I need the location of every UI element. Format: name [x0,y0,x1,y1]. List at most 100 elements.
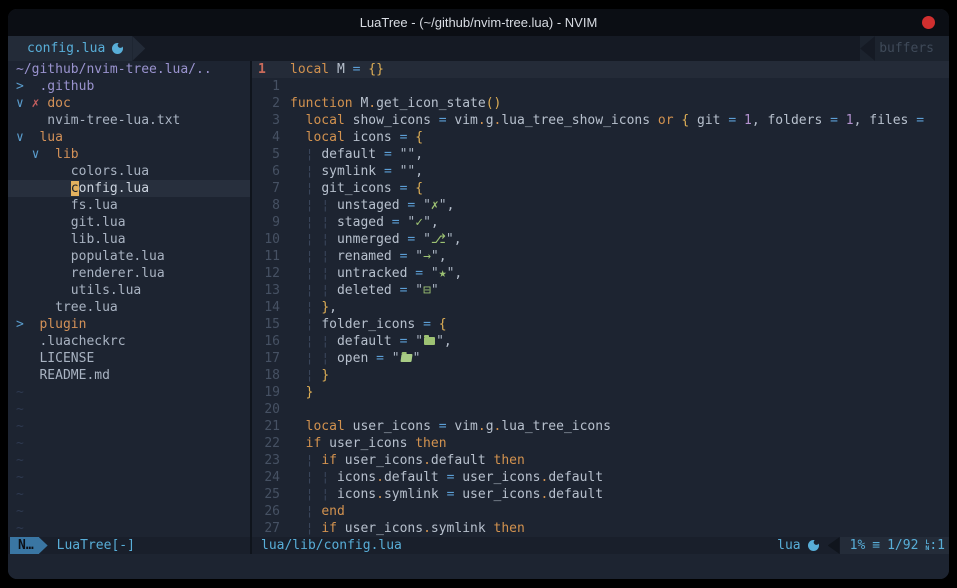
tree-item[interactable]: LICENSE [8,350,250,367]
code-line[interactable]: 12 ¦ ¦ untracked = "★", [252,265,949,282]
code-line[interactable]: 1local M = {} [252,61,949,78]
buffers-arrow-separator [860,36,875,61]
current-line-number: 1 [252,61,290,78]
indent-guide: ¦ [321,266,329,281]
code-line[interactable]: 5 ¦ default = "", [252,146,949,163]
code-line[interactable]: 1 [252,78,949,95]
relative-line-number: 12 [252,265,290,282]
code-text: ¦ ¦ staged = "✓", [290,214,949,231]
chevron-right-icon: > [16,317,24,332]
statusline-arrow-separator [828,537,840,554]
command-line[interactable] [8,554,949,579]
tree-item[interactable]: git.lua [8,214,250,231]
buffers-segment[interactable]: buffers [860,36,949,61]
code-text: local icons = { [290,129,949,146]
indent-guide: ¦ [306,266,314,281]
filetype-block: lua [777,537,827,554]
code-line[interactable]: 10 ¦ ¦ unmerged = "⎇", [252,231,949,248]
chevron-right-icon: > [16,79,24,94]
empty-line-tilde: ~ [8,384,250,401]
code-text: ¦ folder_icons = { [290,316,949,333]
code-line[interactable]: 2function M.get_icon_state() [252,95,949,112]
buffers-label: buffers [875,36,949,61]
tree-item[interactable]: nvim-tree-lua.txt [8,112,250,129]
empty-line-tilde: ~ [8,520,250,537]
nvim-window: LuaTree - (~/github/nvim-tree.lua) - NVI… [8,9,949,579]
code-line[interactable]: 11 ¦ ¦ renamed = "→", [252,248,949,265]
code-text: ¦ symlink = "", [290,163,949,180]
code-text: if user_icons then [290,435,949,452]
code-text: ¦ } [290,367,949,384]
indent-guide: ¦ [306,300,314,315]
statusline-spacer [402,537,777,554]
title-bar: LuaTree - (~/github/nvim-tree.lua) - NVI… [8,9,949,36]
code-text: ¦ ¦ renamed = "→", [290,248,949,265]
code-line[interactable]: 24 ¦ ¦ icons.default = user_icons.defaul… [252,469,949,486]
tree-item[interactable]: renderer.lua [8,265,250,282]
code-text: ¦ git_icons = { [290,180,949,197]
indent-guide: ¦ [306,283,314,298]
empty-line-tilde: ~ [8,435,250,452]
indent-guide: ¦ [321,470,329,485]
tree-item-selected[interactable]: config.lua [8,180,250,197]
relative-line-number: 23 [252,452,290,469]
statusline-tree-section: N… LuaTree[-] [8,537,250,554]
tree-item[interactable]: > .github [8,78,250,95]
code-line[interactable]: 4 local icons = { [252,129,949,146]
code-text: } [290,384,949,401]
relative-line-number: 4 [252,129,290,146]
tree-item[interactable]: utils.lua [8,282,250,299]
tree-item[interactable]: .luacheckrc [8,333,250,350]
string-glyph-icon: ✗ [431,198,439,213]
statusline-editor-section: lua/lib/config.lua lua 1% ≡ 1/92 LN :1 [252,537,949,554]
tree-item[interactable]: populate.lua [8,248,250,265]
tree-item[interactable]: > plugin [8,316,250,333]
relative-line-number: 24 [252,469,290,486]
code-line[interactable]: 26 ¦ end [252,503,949,520]
code-line[interactable]: 6 ¦ symlink = "", [252,163,949,180]
tree-item[interactable]: fs.lua [8,197,250,214]
tree-item[interactable]: lib.lua [8,231,250,248]
indent-guide: ¦ [306,317,314,332]
tree-item[interactable]: ∨ lua [8,129,250,146]
code-line[interactable]: 16 ¦ ¦ default = "", [252,333,949,350]
tree-item[interactable]: ~/github/nvim-tree.lua/.. [8,61,250,78]
code-line[interactable]: 21 local user_icons = vim.g.lua_tree_ico… [252,418,949,435]
relative-line-number: 26 [252,503,290,520]
code-line[interactable]: 15 ¦ folder_icons = { [252,316,949,333]
code-line[interactable]: 25 ¦ ¦ icons.symlink = user_icons.defaul… [252,486,949,503]
code-line[interactable]: 9 ¦ ¦ staged = "✓", [252,214,949,231]
code-line[interactable]: 23 ¦ if user_icons.default then [252,452,949,469]
tree-item[interactable]: ∨ lib [8,146,250,163]
relative-line-number: 7 [252,180,290,197]
indent-guide: ¦ [306,249,314,264]
tree-item[interactable]: colors.lua [8,163,250,180]
code-line[interactable]: 7 ¦ git_icons = { [252,180,949,197]
code-text: ¦ ¦ icons.default = user_icons.default [290,469,949,486]
code-text: ¦ if user_icons.symlink then [290,520,949,537]
code-line[interactable]: 20 [252,401,949,418]
relative-line-number: 14 [252,299,290,316]
file-path-label: lua/lib/config.lua [261,537,402,554]
code-line[interactable]: 8 ¦ ¦ unstaged = "✗", [252,197,949,214]
code-text: ¦ }, [290,299,949,316]
tab-config-lua[interactable]: config.lua [8,36,132,61]
tree-item[interactable]: ∨ ✗ doc [8,95,250,112]
close-button[interactable] [922,16,935,29]
code-line[interactable]: 19 } [252,384,949,401]
tree-item[interactable]: README.md [8,367,250,384]
code-text: local show_icons = vim.g.lua_tree_show_i… [290,112,949,129]
code-line[interactable]: 18 ¦ } [252,367,949,384]
code-line[interactable]: 22 if user_icons then [252,435,949,452]
code-line[interactable]: 17 ¦ ¦ open = "" [252,350,949,367]
code-text: ¦ ¦ deleted = "⊟" [290,282,949,299]
tabline-spacer [145,36,860,61]
code-line[interactable]: 27 ¦ if user_icons.symlink then [252,520,949,537]
code-line[interactable]: 13 ¦ ¦ deleted = "⊟" [252,282,949,299]
code-text: ¦ if user_icons.default then [290,452,949,469]
indent-guide: ¦ [306,351,314,366]
code-line[interactable]: 3 local show_icons = vim.g.lua_tree_show… [252,112,949,129]
tree-item[interactable]: tree.lua [8,299,250,316]
string-glyph-icon: ★ [439,266,447,281]
code-line[interactable]: 14 ¦ }, [252,299,949,316]
